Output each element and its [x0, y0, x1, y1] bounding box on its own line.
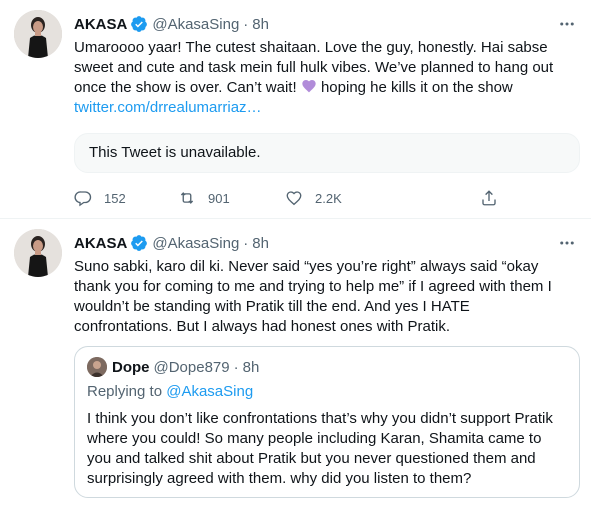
like-icon — [286, 191, 302, 206]
author-name[interactable]: AKASA — [74, 235, 127, 252]
tweet-text: Suno sabki, karo dil ki. Never said “yes… — [74, 258, 552, 335]
separator: · — [243, 15, 249, 33]
tweet-actions: 152 901 2.2K — [74, 186, 504, 210]
like-button[interactable]: 2.2K — [285, 186, 342, 210]
tweet-text: Umaroooo yaar! The cutest shaitaan. Love… — [74, 38, 574, 118]
tweet[interactable]: AKASA @AkasaSing · 8h Suno sabki, karo d… — [0, 219, 591, 506]
author-handle[interactable]: @AkasaSing — [152, 16, 239, 33]
timestamp[interactable]: 8h — [252, 235, 269, 252]
unavailable-tweet-card: This Tweet is unavailable. — [74, 133, 580, 173]
quoted-tweet-text: I think you don’t like confrontations th… — [87, 410, 553, 487]
reply-button[interactable]: 152 — [74, 186, 126, 210]
avatar[interactable] — [14, 10, 62, 58]
reply-icon — [74, 191, 92, 207]
separator: · — [243, 234, 249, 252]
avatar[interactable] — [14, 229, 62, 277]
share-icon — [482, 190, 496, 206]
author-name[interactable]: AKASA — [74, 16, 127, 33]
author-handle[interactable]: @AkasaSing — [152, 235, 239, 252]
replying-to-handle[interactable]: @AkasaSing — [166, 383, 253, 400]
retweet-icon — [180, 192, 194, 204]
tweet[interactable]: AKASA @AkasaSing · 8h Umaroooo yaar! The… — [0, 0, 591, 219]
more-options-icon[interactable] — [557, 14, 577, 34]
purple-heart-emoji — [301, 78, 317, 94]
share-button[interactable] — [480, 186, 510, 210]
quoted-author-handle[interactable]: @Dope879 — [154, 359, 230, 376]
retweet-button[interactable]: 901 — [178, 186, 230, 210]
quoted-tweet[interactable]: Dope @Dope879 · 8h Replying to @AkasaSin… — [74, 346, 580, 498]
tweet-link[interactable]: twitter.com/drrealumarriaz… — [74, 98, 574, 118]
replying-to: Replying to @AkasaSing — [87, 383, 254, 400]
quoted-timestamp: 8h — [242, 358, 260, 376]
avatar[interactable] — [87, 357, 107, 377]
verified-badge-icon — [130, 234, 148, 252]
more-options-icon[interactable] — [557, 233, 577, 253]
quoted-author-name[interactable]: Dope — [112, 359, 150, 376]
timestamp[interactable]: 8h — [252, 16, 269, 33]
separator: · — [233, 358, 239, 376]
verified-badge-icon — [130, 15, 148, 33]
